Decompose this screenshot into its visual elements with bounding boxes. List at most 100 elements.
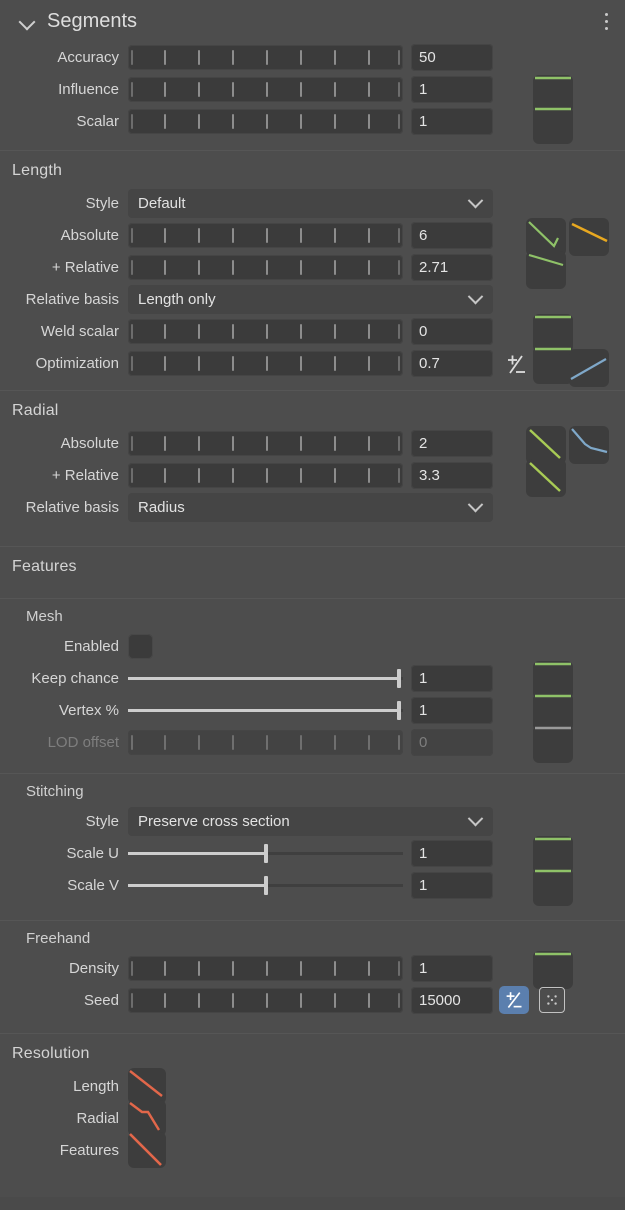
subsection-title-stitching: Stitching: [26, 783, 84, 800]
slider-scale-u[interactable]: [128, 841, 403, 866]
value-scalar[interactable]: 1: [411, 107, 493, 135]
plus-minus-icon[interactable]: [505, 353, 529, 377]
row-length-relative: + Relative 2.71: [0, 251, 625, 289]
dropdown-length-style[interactable]: Default: [128, 188, 493, 218]
slider-radial-relative[interactable]: [128, 462, 403, 488]
value-length-absolute[interactable]: 6: [411, 221, 493, 249]
dropdown-radial-relative-basis[interactable]: Radius: [128, 492, 493, 522]
label-accuracy: Accuracy: [57, 48, 119, 66]
section-title-features: Features: [12, 558, 77, 575]
curve-thumb-lod-offset[interactable]: [533, 725, 573, 763]
dice-randomize-icon: [547, 995, 557, 1005]
label-influence: Influence: [58, 80, 119, 98]
row-optimization: Optimization 0.7: [0, 346, 625, 387]
subsection-title-mesh: Mesh: [26, 608, 63, 625]
label-length-relative: + Relative: [51, 258, 119, 276]
page-title: Segments: [47, 9, 138, 32]
slider-length-absolute[interactable]: [128, 222, 403, 248]
curve-thumb-optimization-alt[interactable]: [569, 349, 609, 387]
section-resolution: Resolution Length Radial Features: [0, 1033, 625, 1197]
value-vertex-percent[interactable]: 1: [411, 696, 493, 724]
section-title-radial: Radial: [12, 402, 59, 419]
value-radial-absolute[interactable]: 2: [411, 429, 493, 457]
chevron-down-icon: [467, 288, 484, 304]
slider-vertex-percent[interactable]: [128, 698, 403, 723]
dropdown-length-relative-basis[interactable]: Length only: [128, 284, 493, 314]
section-features: Features Mesh Enabled Keep chance 1 Vert…: [0, 546, 625, 1033]
row-accuracy: Accuracy 50: [0, 42, 625, 72]
row-scalar: Scalar 1: [0, 106, 625, 144]
slider-density[interactable]: [128, 955, 403, 981]
label-radial-absolute: Absolute: [60, 434, 119, 452]
slider-lod-offset[interactable]: [128, 729, 403, 755]
label-length-style: Style: [85, 194, 119, 212]
dropdown-radial-relative-basis-value: Radius: [138, 498, 185, 516]
checkbox-mesh-enabled[interactable]: [128, 633, 153, 659]
kebab-menu-icon[interactable]: [595, 0, 617, 42]
value-influence[interactable]: 1: [411, 75, 493, 103]
subsection-stitching: Stitching Style Preserve cross section S…: [0, 773, 625, 920]
curve-thumb-optimization[interactable]: [533, 346, 573, 384]
section-title-length: Length: [12, 162, 63, 179]
slider-length-relative[interactable]: [128, 254, 403, 280]
plus-minus-button[interactable]: [499, 986, 529, 1014]
slider-influence[interactable]: [128, 76, 403, 102]
curve-thumb-scalar[interactable]: [533, 106, 573, 144]
slider-optimization[interactable]: [128, 350, 403, 376]
dropdown-stitching-style[interactable]: Preserve cross section: [128, 806, 493, 836]
row-radial-relative-basis: Relative basis Radius: [0, 492, 625, 522]
value-scale-v[interactable]: 1: [411, 871, 493, 899]
curve-thumb-length-absolute-alt[interactable]: [569, 218, 609, 256]
subsection-title-freehand: Freehand: [26, 930, 91, 947]
slider-keep-chance[interactable]: [128, 666, 403, 691]
row-resolution-radial: Radial: [0, 1100, 625, 1136]
value-length-relative[interactable]: 2.71: [411, 253, 493, 281]
value-scale-u[interactable]: 1: [411, 839, 493, 867]
curve-thumb-resolution-length[interactable]: [128, 1068, 166, 1104]
value-weld-scalar[interactable]: 0: [411, 317, 493, 345]
value-keep-chance[interactable]: 1: [411, 664, 493, 692]
label-scale-v: Scale V: [67, 876, 119, 894]
section-segments: Accuracy 50 Influence 1 Scalar 1: [0, 42, 625, 150]
label-length-relative-basis: Relative basis: [25, 290, 119, 308]
chevron-down-icon: [467, 496, 484, 512]
dropdown-length-relative-basis-value: Length only: [138, 290, 216, 308]
value-radial-relative[interactable]: 3.3: [411, 461, 493, 489]
row-weld-scalar: Weld scalar 0: [0, 314, 625, 352]
subsection-freehand: Freehand Density 1 Seed 15000: [0, 920, 625, 1033]
label-scale-u: Scale U: [66, 844, 119, 862]
curve-thumb-density[interactable]: [533, 951, 573, 989]
slider-weld-scalar[interactable]: [128, 318, 403, 344]
section-radial: Radial Absolute 2 + Relative 3.3 Relativ…: [0, 390, 625, 546]
label-length-absolute: Absolute: [60, 226, 119, 244]
value-seed[interactable]: 15000: [411, 986, 493, 1014]
row-vertex-percent: Vertex % 1: [0, 693, 625, 731]
label-scalar: Scalar: [76, 112, 119, 130]
row-scale-v: Scale V 1: [0, 868, 625, 906]
panel-header: Segments: [0, 0, 625, 42]
label-radial-relative-basis: Relative basis: [25, 498, 119, 516]
curve-thumb-radial-absolute-alt[interactable]: [569, 426, 609, 464]
label-mesh-enabled: Enabled: [63, 637, 119, 655]
row-radial-absolute: Absolute 2: [0, 426, 625, 464]
value-lod-offset[interactable]: 0: [411, 728, 493, 756]
slider-scalar[interactable]: [128, 108, 403, 134]
slider-accuracy[interactable]: [128, 44, 403, 70]
label-resolution-radial: Radial: [76, 1109, 119, 1127]
chevron-down-icon: [467, 192, 484, 208]
slider-radial-absolute[interactable]: [128, 430, 403, 456]
row-keep-chance: Keep chance 1: [0, 661, 625, 699]
label-density: Density: [68, 959, 119, 977]
curve-thumb-resolution-features[interactable]: [128, 1132, 166, 1168]
curve-thumb-scale-v[interactable]: [533, 868, 573, 906]
row-stitching-style: Style Preserve cross section: [0, 806, 625, 836]
slider-seed[interactable]: [128, 987, 403, 1013]
curve-thumb-resolution-radial[interactable]: [128, 1100, 166, 1136]
value-density[interactable]: 1: [411, 954, 493, 982]
value-accuracy[interactable]: 50: [411, 43, 493, 71]
chevron-down-icon[interactable]: [17, 10, 39, 32]
slider-scale-v[interactable]: [128, 873, 403, 898]
row-lod-offset: LOD offset 0: [0, 725, 625, 763]
randomize-seed-button[interactable]: [539, 987, 565, 1013]
value-optimization[interactable]: 0.7: [411, 349, 493, 377]
